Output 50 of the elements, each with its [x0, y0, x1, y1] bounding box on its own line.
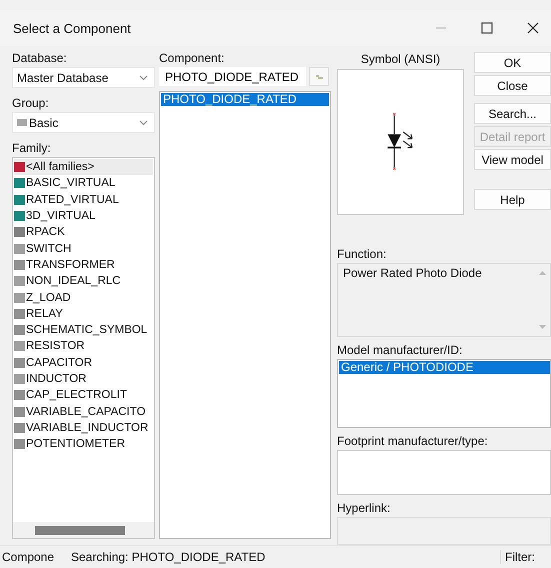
symbol-label: Symbol (ANSI): [360, 52, 440, 66]
family-item[interactable]: TRANSFORMER: [14, 256, 153, 274]
database-label: Database:: [12, 51, 68, 65]
group-icon: [17, 119, 27, 126]
status-text: Compone: [1, 550, 56, 564]
family-item[interactable]: NON_IDEAL_RLC: [14, 273, 153, 290]
model-label: Model manufacturer/ID:: [337, 342, 464, 357]
dialog-button[interactable]: OK: [474, 52, 551, 73]
hyperlink-label: Hyperlink:: [337, 501, 392, 516]
footprint-label: Footprint manufacturer/type:: [337, 434, 489, 448]
database-dropdown[interactable]: Master Database: [12, 67, 155, 88]
family-item[interactable]: VARIABLE_INDUCTOR: [14, 420, 153, 436]
family-item[interactable]: CAP_ELECTROLIT: [14, 387, 153, 404]
family-label: Family:: [12, 141, 52, 155]
dialog-button[interactable]: Search...: [474, 103, 551, 124]
family-item[interactable]: BASIC_VIRTUAL: [14, 175, 153, 192]
family-item[interactable]: SCHEMATIC_SYMBOL: [14, 322, 153, 338]
family-item[interactable]: INDUCTOR: [14, 370, 153, 388]
family-item[interactable]: SWITCH: [14, 240, 153, 257]
dialog-button[interactable]: Help: [474, 189, 551, 210]
family-item[interactable]: 3D_VIRTUAL: [14, 208, 153, 224]
component-item[interactable]: PHOTO_DIODE_RATED: [161, 93, 329, 106]
component-label: Component:: [159, 51, 226, 65]
scrollbar-thumb[interactable]: [35, 526, 125, 534]
family-item[interactable]: RPACK: [14, 224, 153, 240]
chevron-icon: [139, 74, 148, 80]
dialog-button[interactable]: Close: [474, 75, 551, 96]
family-item[interactable]: CAPACITOR: [14, 354, 153, 371]
group-label: Group:: [12, 96, 50, 110]
function-text: Power Rated Photo Diode: [343, 266, 482, 282]
close-icon[interactable]: [527, 22, 539, 34]
status-text: Filter:: [500, 550, 551, 564]
status-text: Searching: PHOTO_DIODE_RATED: [70, 550, 266, 564]
function-label: Function:: [337, 247, 388, 261]
filter-button[interactable]: [309, 67, 329, 86]
family-item[interactable]: <All families>: [14, 159, 153, 176]
family-item[interactable]: RELAY: [14, 306, 153, 322]
family-item[interactable]: POTENTIOMETER: [14, 436, 153, 452]
dialog-button[interactable]: View model: [474, 149, 551, 170]
family-item[interactable]: RATED_VIRTUAL: [14, 192, 153, 208]
group-dropdown[interactable]: Basic: [12, 112, 155, 133]
chevron-icon: [139, 120, 148, 126]
maximize-icon[interactable]: [481, 22, 493, 34]
component-field[interactable]: PHOTO_DIODE_RATED: [159, 67, 306, 86]
family-item[interactable]: VARIABLE_CAPACITO: [14, 403, 153, 420]
filter-icon: [316, 74, 322, 78]
window-title: Select a Component: [13, 20, 131, 36]
model-item[interactable]: Generic / PHOTODIODE: [339, 360, 550, 374]
family-item[interactable]: RESISTOR: [14, 338, 153, 355]
family-item[interactable]: Z_LOAD: [14, 289, 153, 306]
